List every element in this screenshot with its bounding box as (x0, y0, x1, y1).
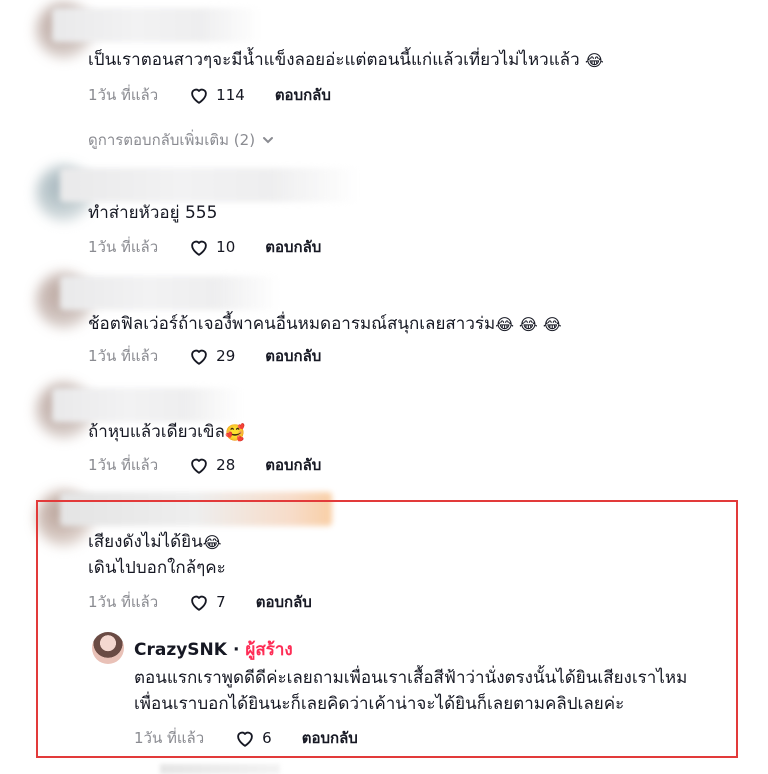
chevron-down-icon (263, 137, 274, 144)
view-more-replies[interactable]: ดูการตอบกลับเพิ่มเติม (2) (88, 128, 275, 152)
like-button[interactable]: 28 (188, 454, 235, 476)
reply-button[interactable]: ตอบกลับ (265, 453, 321, 477)
like-count: 114 (216, 86, 245, 104)
username-redacted (52, 388, 242, 422)
highlight-box (36, 500, 738, 758)
reply-button[interactable]: ตอบกลับ (265, 344, 321, 368)
reply-button[interactable]: ตอบกลับ (275, 83, 331, 107)
heart-icon (191, 240, 207, 256)
heart-icon (191, 88, 207, 104)
like-count: 10 (216, 238, 236, 256)
username-redacted (60, 168, 360, 202)
smiling-hearts-emoji: 🥰 (224, 423, 245, 442)
comment-meta: 1วัน ที่แล้ว 114 ตอบกลับ (88, 83, 331, 107)
like-button[interactable]: 10 (188, 236, 235, 258)
like-button[interactable]: 114 (188, 84, 245, 106)
comment-meta: 1วัน ที่แล้ว 29 ตอบกลับ (88, 344, 321, 368)
laughing-emoji: 😂 (585, 51, 604, 70)
comment-text: เป็นเราตอนสาวๆจะมีน้ำแข็งลอยอ่ะแต่ตอนนี้… (88, 50, 604, 70)
truncated-content (160, 764, 280, 774)
timestamp: 1วัน ที่แล้ว (88, 347, 159, 365)
laughing-emoji: 😂 😂 😂 (495, 315, 562, 334)
heart-icon (191, 458, 207, 474)
like-count: 28 (216, 456, 236, 474)
comment-text: ทำส่ายหัวอยู่ 555 (88, 203, 218, 223)
like-button[interactable]: 29 (188, 345, 235, 367)
like-count: 29 (216, 347, 236, 365)
comment-meta: 1วัน ที่แล้ว 28 ตอบกลับ (88, 453, 321, 477)
username-redacted (60, 276, 280, 310)
reply-button[interactable]: ตอบกลับ (265, 235, 321, 259)
timestamp: 1วัน ที่แล้ว (88, 238, 159, 256)
comment-text: ช้อตฟิลเว่อร์ถ้าเจองี้พาคนอื่นหมดอารมณ์ส… (88, 314, 562, 334)
comment-meta: 1วัน ที่แล้ว 10 ตอบกลับ (88, 235, 321, 259)
username-redacted (52, 8, 262, 42)
heart-icon (191, 349, 207, 365)
timestamp: 1วัน ที่แล้ว (88, 456, 159, 474)
timestamp: 1วัน ที่แล้ว (88, 86, 159, 104)
comment-text: ถ้าหุบแล้วเดียวเขิล🥰 (88, 422, 245, 442)
view-more-label: ดูการตอบกลับเพิ่มเติม (2) (88, 131, 256, 149)
